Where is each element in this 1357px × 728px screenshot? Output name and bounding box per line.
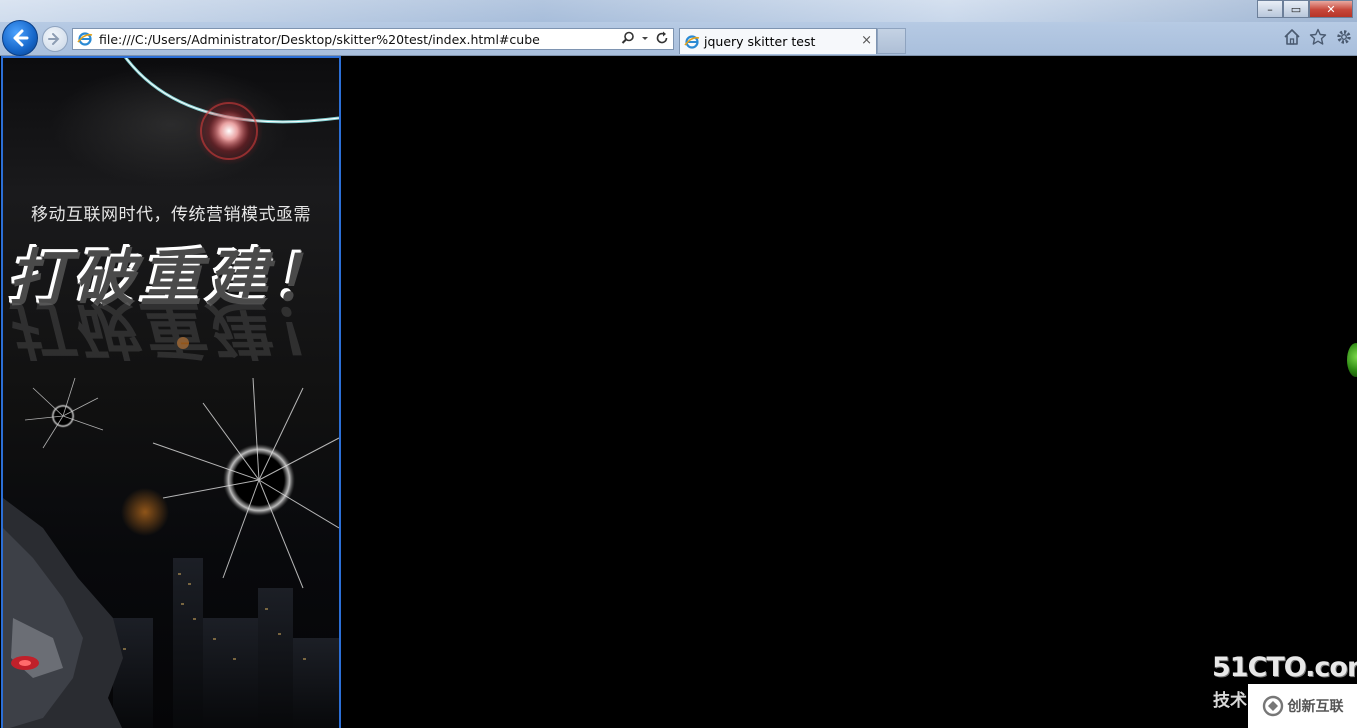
settings-gear-icon[interactable] [1335, 28, 1353, 46]
forward-button[interactable] [42, 26, 68, 52]
back-button[interactable] [2, 20, 38, 56]
banner-tagline: 移动互联网时代，传统营销模式亟需 [31, 205, 311, 225]
back-icon [13, 29, 29, 47]
command-icons [1283, 28, 1353, 46]
ie-tab-icon [684, 34, 700, 49]
page-viewport: 移动互联网时代，传统营销模式亟需 打破重建！ 打破重建！ 51CTO.com 技… [0, 56, 1357, 728]
watermark-brand-badge: 创新互联 [1248, 684, 1357, 728]
new-tab-button[interactable] [877, 28, 906, 54]
banner-headline-reflection: 打破重建！ [5, 293, 336, 366]
address-url: file:///C:/Users/Administrator/Desktop/s… [99, 31, 540, 47]
home-icon[interactable] [1283, 28, 1301, 46]
refresh-icon[interactable] [655, 31, 669, 45]
ie-page-icon [77, 32, 93, 46]
restore-button[interactable]: ▭ [1283, 0, 1309, 18]
search-icon[interactable] [621, 31, 635, 45]
tab-close-icon[interactable]: × [861, 33, 872, 48]
watermark-brand-text: 创新互联 [1287, 699, 1344, 715]
dropdown-arrow-icon[interactable] [641, 31, 649, 45]
favorites-star-icon[interactable] [1309, 28, 1327, 46]
tab-jquery-skitter-test[interactable]: jquery skitter test × [679, 28, 877, 54]
skitter-next-orb-icon[interactable] [1347, 343, 1357, 377]
skitter-banner-slide[interactable]: 移动互联网时代，传统营销模式亟需 打破重建！ 打破重建！ [1, 56, 341, 728]
browser-toolbar: – ▭ ✕ file:///C:/Users/Administrator/Des… [0, 0, 1357, 56]
banner-artwork [3, 58, 339, 728]
minimize-button[interactable]: – [1257, 0, 1283, 18]
watermark-51cto: 51CTO.com [1212, 652, 1357, 683]
brand-logo-icon [1262, 695, 1283, 717]
forward-icon [48, 33, 60, 45]
address-bar[interactable]: file:///C:/Users/Administrator/Desktop/s… [72, 28, 674, 50]
window-controls: – ▭ ✕ [1257, 0, 1353, 18]
address-tools [621, 31, 669, 45]
close-window-button[interactable]: ✕ [1309, 0, 1353, 18]
watermark-tech-label: 技术 [1213, 691, 1247, 711]
tab-title: jquery skitter test [704, 34, 816, 49]
